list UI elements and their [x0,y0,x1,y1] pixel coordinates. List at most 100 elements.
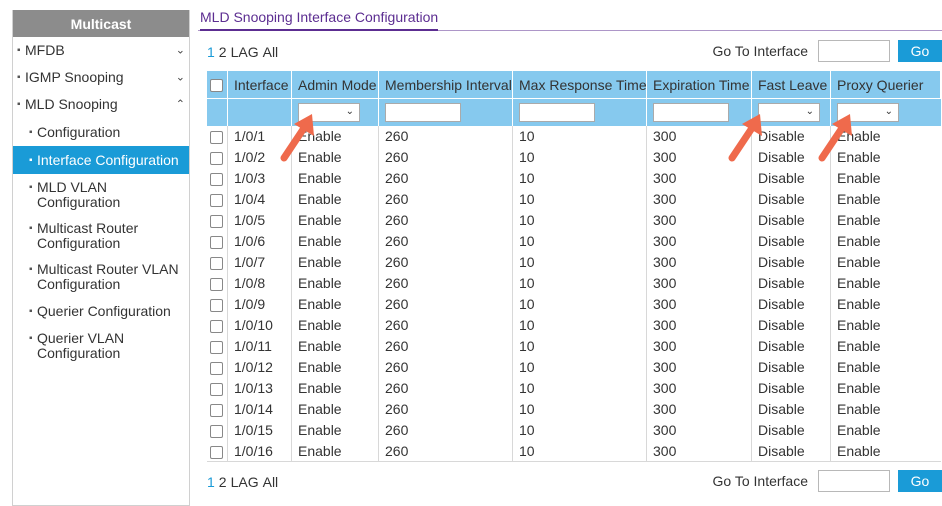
table-row[interactable]: 1/0/15 Enable 260 10 300 Disable Enable [207,419,941,441]
table-row[interactable]: 1/0/13 Enable 260 10 300 Disable Enable [207,377,941,399]
goto-interface-input[interactable] [818,40,890,62]
chevron-down-icon: ⌄ [884,105,893,117]
table-row[interactable]: 1/0/9 Enable 260 10 300 Disable Enable [207,293,941,315]
page-link-1[interactable]: 1 [207,474,215,490]
row-checkbox[interactable] [209,172,223,186]
row-checkbox[interactable] [209,319,223,333]
page-link-lag[interactable]: LAG [231,44,259,60]
row-checkbox[interactable] [209,445,223,459]
sidebar-header: Multicast [13,10,189,37]
sidebar-item-label: MLD Snooping [25,96,118,112]
cell-expiration-time: 300 [646,188,752,210]
page-link-1[interactable]: 1 [207,44,215,60]
sidebar-item-querier-vlan-configuration[interactable]: ▪ Querier VLAN Configuration [13,325,189,366]
table-row[interactable]: 1/0/14 Enable 260 10 300 Disable Enable [207,398,941,420]
column-header-proxy-querier[interactable]: Proxy Querier [830,70,941,99]
sidebar-item-mld-vlan-configuration[interactable]: ▪ MLD VLAN Configuration [13,174,189,215]
filter-cell [378,98,513,126]
row-checkbox[interactable] [209,340,223,354]
cell-interface: 1/0/13 [227,377,292,399]
column-header-admin-mode[interactable]: Admin Mode [291,70,379,99]
sidebar-item-mld-snooping[interactable]: ▪ MLD Snooping ⌃ [13,91,189,118]
table-row[interactable]: 1/0/11 Enable 260 10 300 Disable Enable [207,335,941,357]
column-header-interface[interactable]: Interface [227,70,292,99]
row-checkbox[interactable] [209,424,223,438]
sidebar-item-label: Configuration [37,123,121,140]
row-checkbox[interactable] [209,235,223,249]
cell-fast-leave: Disable [751,188,831,210]
cell-membership-interval: 260 [378,377,513,399]
pager-bottom: 1 2 LAG All [207,474,278,490]
table-row[interactable]: 1/0/8 Enable 260 10 300 Disable Enable [207,272,941,294]
column-header-expiration-time[interactable]: Expiration Time [646,70,752,99]
page-link-all[interactable]: All [263,44,279,60]
cell-proxy-querier: Enable [830,188,941,210]
table-row[interactable]: 1/0/10 Enable 260 10 300 Disable Enable [207,314,941,336]
go-button[interactable]: Go [898,470,942,492]
cell-fast-leave: Disable [751,146,831,168]
sidebar-nav: Multicast ▪ MFDB ⌄ ▪ IGMP Snooping ⌄ ▪ M… [12,10,190,506]
table-row[interactable]: 1/0/2 Enable 260 10 300 Disable Enable [207,146,941,168]
row-checkbox[interactable] [209,382,223,396]
admin-mode-filter-select[interactable]: ⌄ [298,102,360,122]
sidebar-item-multicast-router-configuration[interactable]: ▪ Multicast Router Configuration [13,215,189,256]
row-checkbox[interactable] [209,277,223,291]
row-checkbox[interactable] [209,256,223,270]
cell-expiration-time: 300 [646,209,752,231]
row-checkbox[interactable] [209,361,223,375]
row-checkbox[interactable] [209,403,223,417]
table-row[interactable]: 1/0/4 Enable 260 10 300 Disable Enable [207,188,941,210]
row-select-cell [207,315,228,336]
table-row[interactable]: 1/0/6 Enable 260 10 300 Disable Enable [207,230,941,252]
row-select-cell [207,252,228,273]
sidebar-item-querier-configuration[interactable]: ▪ Querier Configuration [13,297,189,325]
cell-expiration-time: 300 [646,125,752,147]
table-row[interactable]: 1/0/5 Enable 260 10 300 Disable Enable [207,209,941,231]
row-checkbox[interactable] [209,130,223,144]
go-button[interactable]: Go [898,40,942,62]
row-select-cell [207,273,228,294]
cell-max-response-time: 10 [512,314,647,336]
sidebar-item-interface-configuration[interactable]: ▪ Interface Configuration [13,146,189,174]
select-all-checkbox[interactable] [210,79,223,93]
cell-expiration-time: 300 [646,314,752,336]
cell-membership-interval: 260 [378,356,513,378]
page-link-all[interactable]: All [263,474,279,490]
expiration-time-filter-input[interactable] [653,102,729,122]
page-link-2[interactable]: 2 [219,44,227,60]
row-checkbox[interactable] [209,151,223,165]
sidebar-item-configuration[interactable]: ▪ Configuration [13,118,189,146]
row-checkbox[interactable] [209,214,223,228]
max-response-time-filter-input[interactable] [519,102,595,122]
sidebar-item-igmp-snooping[interactable]: ▪ IGMP Snooping ⌄ [13,64,189,91]
cell-proxy-querier: Enable [830,209,941,231]
column-header-fast-leave[interactable]: Fast Leave [751,70,831,99]
table-row[interactable]: 1/0/7 Enable 260 10 300 Disable Enable [207,251,941,273]
column-header-membership-interval[interactable]: Membership Interval [378,70,513,99]
cell-proxy-querier: Enable [830,230,941,252]
cell-interface: 1/0/16 [227,440,292,462]
page-link-lag[interactable]: LAG [231,474,259,490]
goto-interface-input[interactable] [818,470,890,492]
cell-membership-interval: 260 [378,146,513,168]
sidebar-item-multicast-router-vlan-configuration[interactable]: ▪ Multicast Router VLAN Configuration [13,256,189,297]
row-select-cell [207,357,228,378]
membership-interval-filter-input[interactable] [385,102,461,122]
row-checkbox[interactable] [209,298,223,312]
table-row[interactable]: 1/0/16 Enable 260 10 300 Disable Enable [206,440,941,462]
filter-cell [227,98,292,126]
column-header-max-response-time[interactable]: Max Response Time [512,70,647,99]
table-row[interactable]: 1/0/1 Enable 260 10 300 Disable Enable [207,125,941,147]
sidebar-item-mfdb[interactable]: ▪ MFDB ⌄ [13,37,189,64]
fast-leave-filter-select[interactable]: ⌄ [758,102,820,122]
table-row[interactable]: 1/0/3 Enable 260 10 300 Disable Enable [207,167,941,189]
table-row[interactable]: 1/0/12 Enable 260 10 300 Disable Enable [207,356,941,378]
filter-cell [512,98,647,126]
row-select-cell [207,294,228,315]
page-link-2[interactable]: 2 [219,474,227,490]
row-checkbox[interactable] [209,193,223,207]
cell-expiration-time: 300 [646,230,752,252]
page-title-tab[interactable]: MLD Snooping Interface Configuration [200,9,439,31]
cell-membership-interval: 260 [378,398,513,420]
proxy-querier-filter-select[interactable]: ⌄ [837,102,899,122]
